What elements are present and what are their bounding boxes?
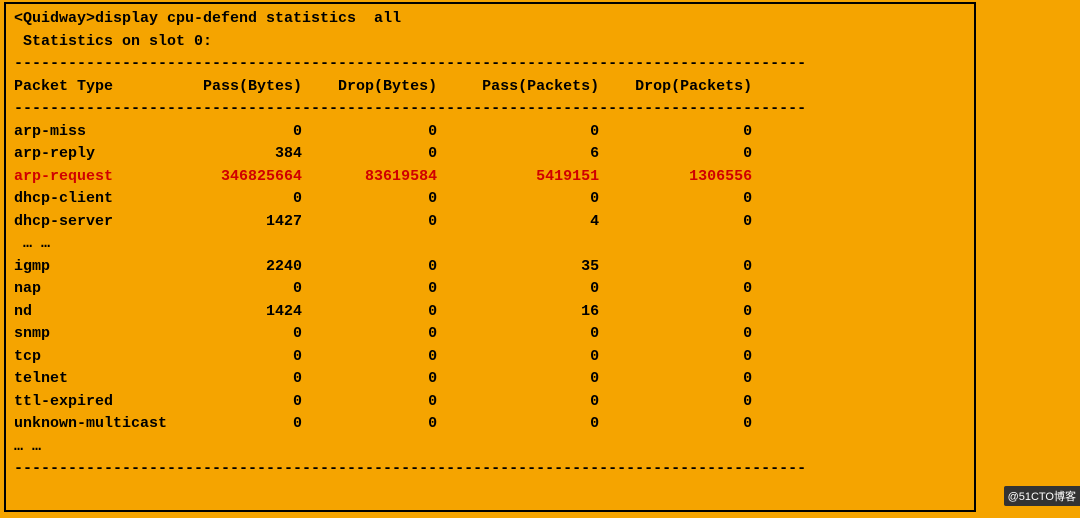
table-row: igmp 2240 0 35 0 <box>14 256 966 279</box>
terminal-window: <Quidway>display cpu-defend statistics a… <box>4 2 976 512</box>
data-rows-bottom: igmp 2240 0 35 0nap 0 0 0 0nd 1424 <box>14 256 966 436</box>
table-row: dhcp-client 0 0 0 0 <box>14 188 966 211</box>
table-row: dhcp-server 1427 0 4 0 <box>14 211 966 234</box>
table-row: arp-miss 0 0 0 0 <box>14 121 966 144</box>
command-line: <Quidway>display cpu-defend statistics a… <box>14 8 966 31</box>
subtitle-line: Statistics on slot 0: <box>14 31 966 54</box>
table-row: telnet 0 0 0 0 <box>14 368 966 391</box>
header-row: Packet Type Pass(Bytes) Drop(Bytes) Pass… <box>14 76 966 99</box>
table-row: nd 1424 0 16 0 <box>14 301 966 324</box>
ellipsis-line: … … <box>14 233 966 256</box>
ellipsis-line: … … <box>14 436 966 459</box>
table-row: tcp 0 0 0 0 <box>14 346 966 369</box>
watermark-badge: @51CTO博客 <box>1004 486 1080 506</box>
table-row: nap 0 0 0 0 <box>14 278 966 301</box>
separator-line: ----------------------------------------… <box>14 53 966 76</box>
table-row: arp-reply 384 0 6 0 <box>14 143 966 166</box>
table-row: snmp 0 0 0 0 <box>14 323 966 346</box>
separator-line: ----------------------------------------… <box>14 458 966 481</box>
data-rows-top: arp-miss 0 0 0 0arp-reply 384 0 6 0arp-r… <box>14 121 966 234</box>
table-row: unknown-multicast 0 0 0 0 <box>14 413 966 436</box>
prompt: <Quidway> <box>14 10 95 27</box>
table-row: ttl-expired 0 0 0 0 <box>14 391 966 414</box>
separator-line: ----------------------------------------… <box>14 98 966 121</box>
table-row: arp-request 346825664 83619584 5419151 1… <box>14 166 966 189</box>
command-text: display cpu-defend statistics all <box>95 10 401 27</box>
